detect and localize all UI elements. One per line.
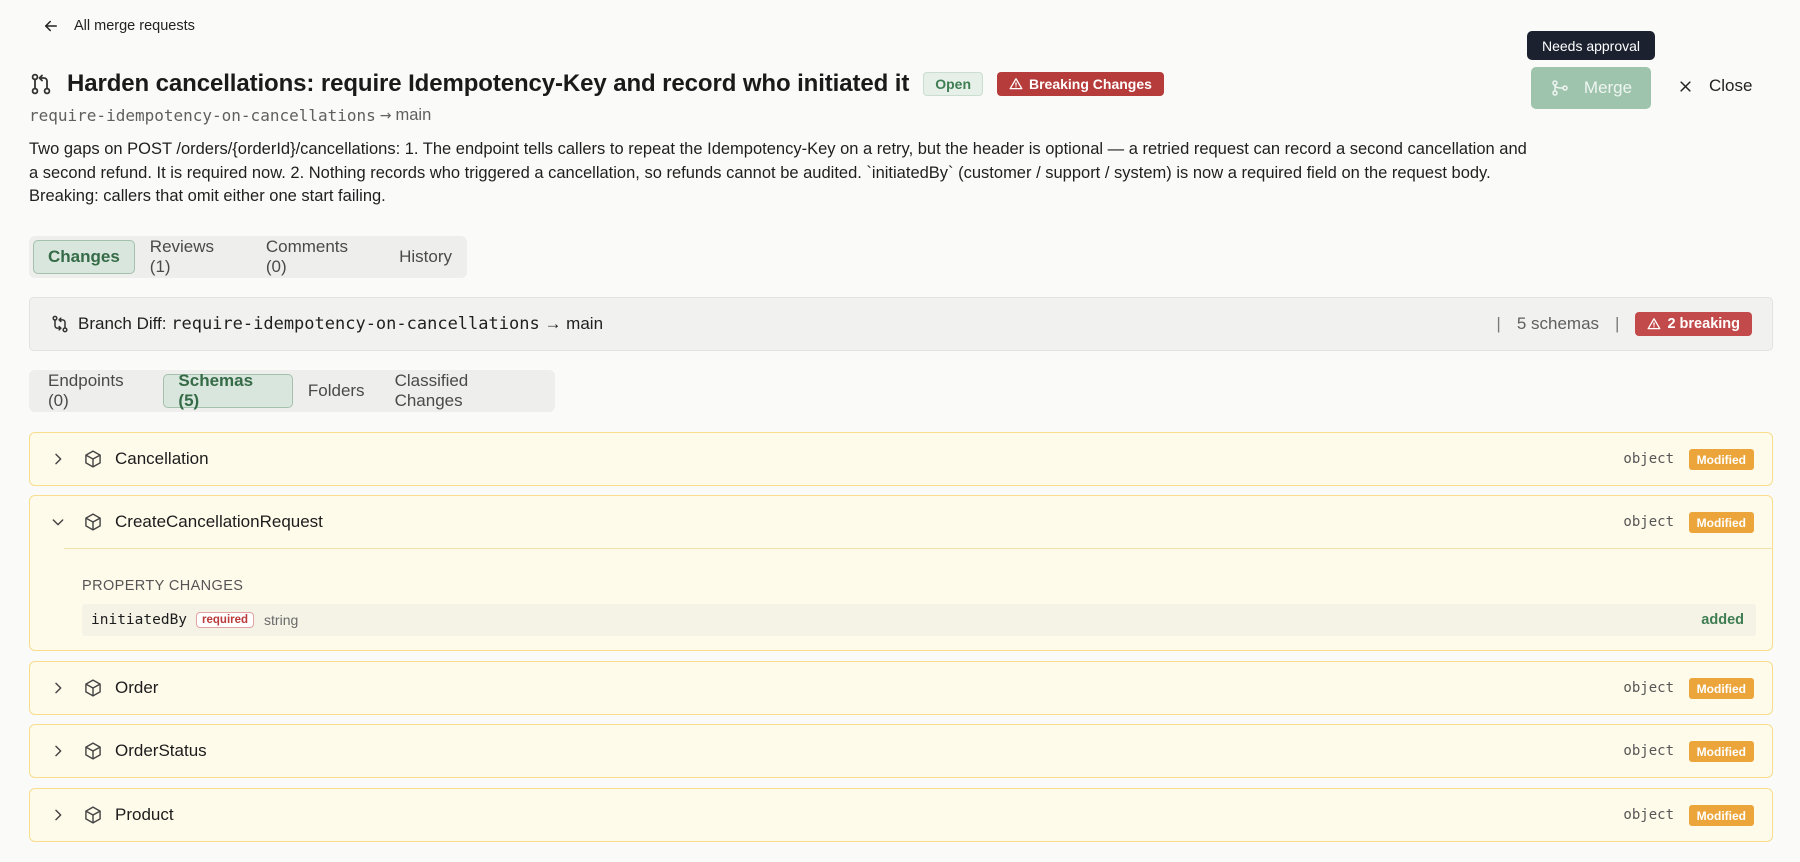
schema-row-product[interactable]: Product object Modified	[29, 788, 1773, 842]
schema-name: CreateCancellationRequest	[115, 512, 323, 531]
schema-type: object	[1623, 680, 1674, 696]
cube-icon	[85, 806, 101, 824]
chevron-right-icon[interactable]	[50, 807, 66, 823]
schema-row-create-cancellation-request: CreateCancellationRequest object Modifie…	[29, 495, 1773, 651]
warning-icon	[1647, 318, 1661, 330]
status-badge: Open	[923, 72, 983, 96]
schema-type: object	[1623, 451, 1674, 467]
branch-diff-prefix: Branch Diff:	[78, 314, 172, 333]
property-changes-heading: PROPERTY CHANGES	[82, 578, 244, 594]
schema-header-create-cancellation-request[interactable]: CreateCancellationRequest object Modifie…	[30, 496, 1772, 548]
close-icon	[1680, 80, 1691, 92]
schema-name: Cancellation	[115, 449, 209, 468]
main-tabs: Changes Reviews (1) Comments (0) History	[29, 236, 467, 278]
diff-source-branch: require-idempotency-on-cancellations	[171, 314, 540, 334]
merge-button-label: Merge	[1583, 78, 1633, 97]
schema-row-order-status[interactable]: OrderStatus object Modified	[29, 724, 1773, 778]
source-branch: require-idempotency-on-cancellations	[29, 106, 376, 125]
property-name: initiatedBy	[91, 612, 188, 628]
back-to-merge-requests-link[interactable]: All merge requests	[42, 17, 195, 35]
divider	[64, 548, 1772, 549]
breaking-changes-label: Breaking Changes	[1029, 76, 1152, 92]
branch-arrow: →	[379, 107, 392, 124]
target-branch: main	[395, 106, 432, 124]
schemas-count: 5 schemas	[1516, 314, 1600, 333]
chevron-right-icon[interactable]	[50, 743, 66, 759]
modified-badge: Modified	[1688, 512, 1754, 533]
branch-diff-label: Branch Diff: require-idempotency-on-canc…	[78, 314, 603, 334]
schema-type: object	[1623, 514, 1674, 530]
cube-icon	[85, 513, 101, 531]
property-change-row: initiatedBy required string added	[82, 604, 1756, 636]
subtab-schemas[interactable]: Schemas (5)	[163, 371, 293, 410]
tab-history[interactable]: History	[384, 240, 467, 274]
schema-row-order[interactable]: Order object Modified	[29, 661, 1773, 715]
arrow-left-icon	[45, 20, 57, 32]
chevron-right-icon[interactable]	[50, 451, 66, 467]
chevron-right-icon[interactable]	[50, 680, 66, 696]
breaking-count-label: 2 breaking	[1667, 316, 1740, 332]
cube-icon	[85, 742, 101, 760]
chevron-down-icon[interactable]	[50, 514, 66, 530]
git-compare-icon	[52, 315, 68, 333]
schema-name: Product	[115, 805, 174, 824]
subtab-folders[interactable]: Folders	[293, 374, 380, 408]
modified-badge: Modified	[1688, 678, 1754, 699]
tab-changes[interactable]: Changes	[33, 240, 135, 274]
required-badge: required	[196, 612, 255, 628]
diff-separator: |	[1615, 314, 1620, 333]
schema-type: object	[1623, 807, 1674, 823]
branch-diff-bar: Branch Diff: require-idempotency-on-canc…	[29, 297, 1773, 351]
breaking-count-badge: 2 breaking	[1635, 312, 1752, 336]
needs-approval-tooltip: Needs approval	[1527, 31, 1655, 60]
modified-badge: Modified	[1688, 449, 1754, 470]
branch-info: require-idempotency-on-cancellations → m…	[29, 106, 431, 125]
diff-arrow: →	[544, 314, 562, 333]
schema-name: OrderStatus	[115, 741, 207, 760]
merge-button[interactable]: Merge	[1531, 67, 1651, 109]
diff-summary: | 5 schemas | 2 breaking	[1496, 298, 1752, 350]
git-merge-icon	[1552, 80, 1568, 96]
schema-row-cancellation[interactable]: Cancellation object Modified	[29, 432, 1773, 486]
git-pull-request-icon	[31, 73, 51, 95]
close-button-label: Close	[1709, 76, 1753, 95]
property-change-status: added	[1701, 612, 1744, 628]
modified-badge: Modified	[1688, 805, 1754, 826]
diff-subtabs: Endpoints (0) Schemas (5) Folders Classi…	[29, 370, 555, 412]
schema-type: object	[1623, 743, 1674, 759]
merge-request-description: Two gaps on POST /orders/{orderId}/cance…	[29, 140, 1527, 205]
subtab-endpoints[interactable]: Endpoints (0)	[33, 371, 163, 410]
modified-badge: Modified	[1688, 741, 1754, 762]
property-type: string	[264, 612, 299, 628]
title-row: Harden cancellations: require Idempotenc…	[29, 70, 1164, 98]
tab-comments[interactable]: Comments (0)	[251, 237, 384, 276]
cube-icon	[85, 679, 101, 697]
page-title: Harden cancellations: require Idempotenc…	[67, 70, 910, 97]
subtab-classified-changes[interactable]: Classified Changes	[380, 371, 555, 410]
diff-target-branch: main	[566, 314, 604, 333]
cube-icon	[85, 450, 101, 468]
back-link-label: All merge requests	[74, 18, 195, 34]
warning-icon	[1009, 78, 1023, 90]
close-button[interactable]: Close	[1678, 76, 1752, 96]
diff-separator: |	[1496, 314, 1501, 333]
schema-name: Order	[115, 678, 159, 697]
tab-reviews[interactable]: Reviews (1)	[135, 237, 251, 276]
breaking-changes-badge: Breaking Changes	[997, 72, 1164, 96]
